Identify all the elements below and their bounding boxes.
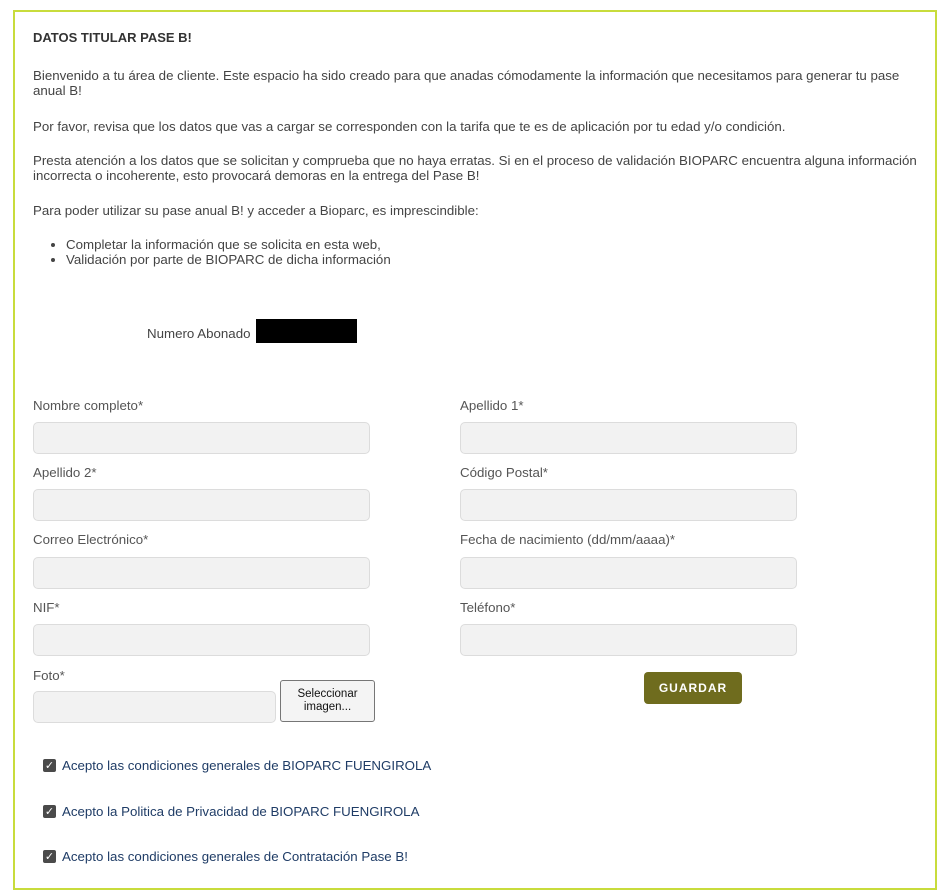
consent-contract-conditions[interactable]: ✓ Acepto las condiciones generales de Co…: [43, 849, 408, 864]
email-label: Correo Electrónico*: [33, 532, 149, 547]
select-image-button[interactable]: Seleccionar imagen...: [280, 680, 375, 722]
abonado-number-redacted: [256, 319, 357, 343]
telefono-field[interactable]: [460, 624, 797, 656]
nombre-field[interactable]: [33, 422, 370, 454]
nif-field[interactable]: [33, 624, 370, 656]
email-field[interactable]: [33, 557, 370, 589]
codigo-postal-label: Código Postal*: [460, 465, 548, 480]
foto-field[interactable]: [33, 691, 276, 723]
apellido2-field[interactable]: [33, 489, 370, 521]
requirements-list: Completar la información que se solicita…: [33, 237, 391, 267]
checkbox-checked-icon[interactable]: ✓: [43, 759, 56, 772]
consent-label[interactable]: Acepto la Politica de Privacidad de BIOP…: [62, 804, 419, 819]
page-title: DATOS TITULAR PASE B!: [33, 30, 192, 45]
checkbox-checked-icon[interactable]: ✓: [43, 850, 56, 863]
intro-paragraph-4: Para poder utilizar su pase anual B! y a…: [33, 203, 479, 218]
intro-paragraph-2: Por favor, revisa que los datos que vas …: [33, 119, 786, 134]
checkbox-checked-icon[interactable]: ✓: [43, 805, 56, 818]
list-item: Validación por parte de BIOPARC de dicha…: [66, 252, 391, 267]
list-item: Completar la información que se solicita…: [66, 237, 391, 252]
intro-paragraph-3: Presta atención a los datos que se solic…: [33, 153, 917, 183]
apellido1-label: Apellido 1*: [460, 398, 524, 413]
consent-privacy-policy[interactable]: ✓ Acepto la Politica de Privacidad de BI…: [43, 804, 419, 819]
codigo-postal-field[interactable]: [460, 489, 797, 521]
foto-label: Foto*: [33, 668, 65, 683]
consent-general-conditions[interactable]: ✓ Acepto las condiciones generales de BI…: [43, 758, 431, 773]
intro-paragraph-1: Bienvenido a tu área de cliente. Este es…: [33, 68, 900, 98]
nombre-label: Nombre completo*: [33, 398, 144, 413]
consent-label[interactable]: Acepto las condiciones generales de Cont…: [62, 849, 408, 864]
consent-label[interactable]: Acepto las condiciones generales de BIOP…: [62, 758, 431, 773]
telefono-label: Teléfono*: [460, 600, 516, 615]
apellido1-field[interactable]: [460, 422, 797, 454]
abonado-label: Numero Abonado: [147, 326, 251, 341]
fecha-nacimiento-label: Fecha de nacimiento (dd/mm/aaaa)*: [460, 532, 676, 547]
fecha-nacimiento-field[interactable]: [460, 557, 797, 589]
save-button[interactable]: GUARDAR: [644, 672, 742, 704]
apellido2-label: Apellido 2*: [33, 465, 97, 480]
nif-label: NIF*: [33, 600, 60, 615]
